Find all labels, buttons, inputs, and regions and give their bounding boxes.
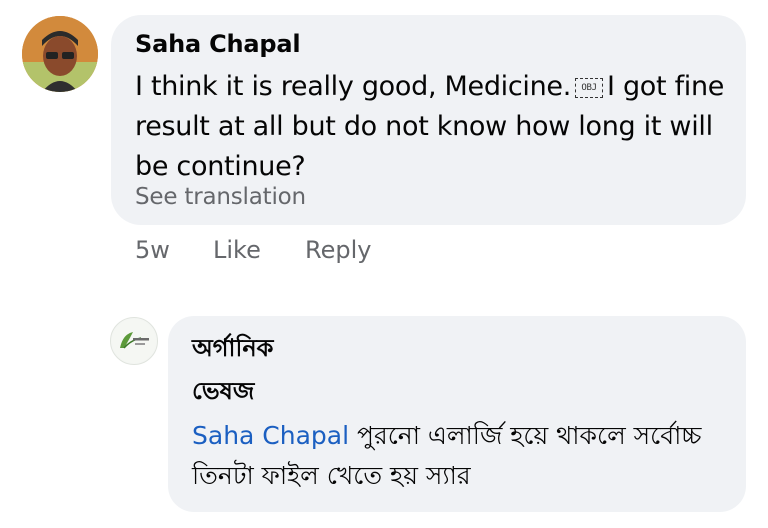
see-translation-link[interactable]: See translation [135, 184, 306, 210]
object-placeholder-icon: OBJ [575, 77, 604, 98]
comment-text: I think it is really good, Medicine. OBJ I… [135, 71, 725, 182]
person-avatar-icon [22, 16, 98, 92]
reply-author-line-1[interactable]: অর্গানিক [192, 330, 273, 370]
comment-timestamp[interactable]: 5w [135, 236, 170, 264]
reply-author-line-2[interactable]: ভেষজ [192, 373, 254, 413]
page-logo-avatar[interactable] [110, 317, 158, 365]
leaf-logo-icon [112, 319, 156, 363]
reply-text: Saha Chapal পুরনো এলার্জি হয়ে থাকলে সর্… [192, 421, 702, 490]
like-button[interactable]: Like [213, 236, 261, 264]
comment-author[interactable]: Saha Chapal [135, 30, 301, 58]
mention-link[interactable]: Saha Chapal [192, 421, 349, 450]
commenter-avatar[interactable] [22, 16, 98, 92]
reply-button[interactable]: Reply [305, 236, 371, 264]
